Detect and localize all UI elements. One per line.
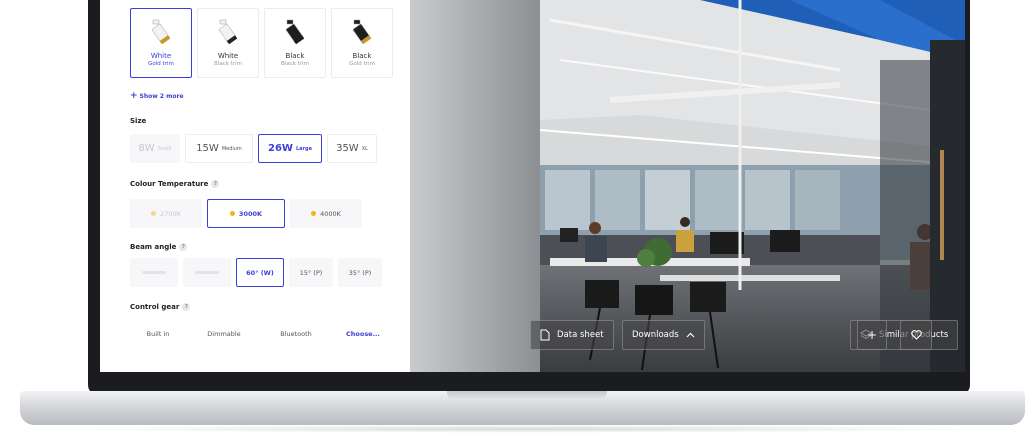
colour-temperature-option[interactable]: 4000K	[290, 199, 362, 228]
swatch-trim: Black trim	[214, 61, 242, 67]
colour-temperature-label: Colour Temperature	[130, 180, 209, 188]
control-gear-value: Built in	[146, 329, 170, 338]
document-icon	[540, 329, 550, 341]
colour-temperature-value: 2700K	[160, 209, 181, 218]
plus-icon: +	[130, 91, 138, 101]
beam-angle-options: 60° (W) 15° (P) 35° (P)	[130, 258, 382, 287]
size-watt: 35W	[336, 143, 359, 154]
swatch-name: Black	[285, 52, 305, 60]
control-gear-value: Dimmable	[207, 329, 241, 338]
beam-angle-option[interactable]: 60° (W)	[236, 258, 284, 287]
beam-angle-value: 15° (P)	[299, 268, 323, 277]
control-gear-label: Control gear	[130, 303, 180, 311]
beam-angle-option[interactable]: 35° (P)	[338, 258, 382, 287]
data-sheet-button[interactable]: Data sheet	[530, 320, 614, 350]
downloads-button[interactable]: Downloads	[622, 320, 705, 350]
warm-light-dot-icon	[151, 211, 157, 216]
finish-swatch[interactable]: Black Black trim	[264, 8, 326, 78]
swatch-name: White	[150, 52, 172, 60]
size-name: Small	[157, 145, 172, 152]
show-more-label: Show 2 more	[139, 93, 184, 100]
swatch-name: Black	[352, 52, 372, 60]
finish-swatch[interactable]: White Gold trim	[130, 8, 192, 78]
size-options: 8W Small 15W Medium 26W Large 35W XL	[130, 134, 377, 163]
control-gear-option[interactable]: Bluetooth	[262, 319, 330, 348]
control-gear-heading: Control gear?	[130, 303, 191, 311]
swatch-trim: Gold trim	[148, 61, 174, 67]
swatch-name: White	[217, 52, 239, 60]
colour-temperature-options: 2700K 3000K 4000K	[130, 199, 362, 228]
size-name: Medium	[221, 145, 242, 152]
size-option[interactable]: 15W Medium	[185, 134, 253, 163]
control-gear-option[interactable]: Choose...	[335, 319, 391, 348]
control-gear-value: Bluetooth	[280, 329, 312, 338]
beam-angle-value: 35° (P)	[348, 268, 372, 277]
laptop-screen: White Gold trim White Black trim Black Black …	[100, 0, 965, 372]
downloads-label: Downloads	[632, 330, 679, 340]
product-configurator-panel: White Gold trim White Black trim Black Black …	[100, 0, 410, 372]
laptop-shadow	[60, 425, 990, 433]
size-label: Size	[130, 117, 147, 125]
size-watt: 26W	[268, 143, 293, 154]
size-option: 8W Small	[130, 134, 180, 163]
finish-swatches: White Gold trim White Black trim Black Black …	[130, 8, 393, 78]
control-gear-options: Built in Dimmable Bluetooth Choose...	[130, 319, 391, 348]
size-name: XL	[361, 145, 368, 152]
swatch-trim: Gold trim	[349, 61, 375, 67]
size-name: Large	[295, 145, 312, 152]
beam-angle-option	[130, 258, 178, 287]
spotlight-icon	[352, 19, 372, 45]
swatch-trim: Black trim	[281, 61, 309, 67]
data-sheet-label: Data sheet	[557, 330, 604, 340]
colour-temperature-value: 4000K	[320, 209, 341, 218]
help-icon[interactable]: ?	[182, 303, 191, 311]
office-scene-image	[410, 0, 965, 372]
add-button[interactable]: +	[857, 320, 887, 350]
colour-temperature-heading: Colour Temperature?	[130, 180, 220, 188]
spotlight-icon	[285, 19, 305, 45]
chevron-up-icon	[686, 332, 695, 337]
disabled-placeholder	[195, 271, 219, 274]
spotlight-icon	[151, 19, 171, 45]
finish-swatch[interactable]: White Black trim	[197, 8, 259, 78]
size-watt: 15W	[196, 143, 219, 154]
laptop-notch	[447, 391, 607, 400]
help-icon[interactable]: ?	[179, 243, 188, 251]
size-option[interactable]: 35W XL	[327, 134, 377, 163]
show-more-link[interactable]: + Show 2 more	[130, 91, 184, 101]
warm-light-dot-icon	[311, 211, 317, 216]
size-option[interactable]: 26W Large	[258, 134, 322, 163]
heart-icon	[910, 330, 922, 340]
colour-temperature-option: 2700K	[130, 199, 202, 228]
finish-swatch[interactable]: Black Gold trim	[331, 8, 393, 78]
control-gear-option[interactable]: Dimmable	[191, 319, 257, 348]
beam-angle-heading: Beam angle?	[130, 243, 188, 251]
beam-angle-label: Beam angle	[130, 243, 177, 251]
beam-angle-option	[183, 258, 231, 287]
beam-angle-value: 60° (W)	[246, 268, 274, 277]
control-gear-option[interactable]: Built in	[130, 319, 186, 348]
laptop-mockup: White Gold trim White Black trim Black Black …	[0, 0, 1025, 433]
help-icon[interactable]: ?	[211, 180, 220, 188]
favourite-button[interactable]	[900, 320, 932, 350]
colour-temperature-value: 3000K	[238, 209, 263, 218]
product-in-situ-photo: Data sheet Downloads Similar products	[410, 0, 965, 372]
beam-angle-option[interactable]: 15° (P)	[289, 258, 333, 287]
control-gear-value: Choose...	[345, 329, 380, 338]
warm-light-dot-icon	[229, 211, 235, 216]
spotlight-icon	[218, 19, 238, 45]
disabled-placeholder	[142, 271, 166, 274]
size-watt: 8W	[138, 143, 155, 154]
colour-temperature-option[interactable]: 3000K	[207, 199, 285, 228]
